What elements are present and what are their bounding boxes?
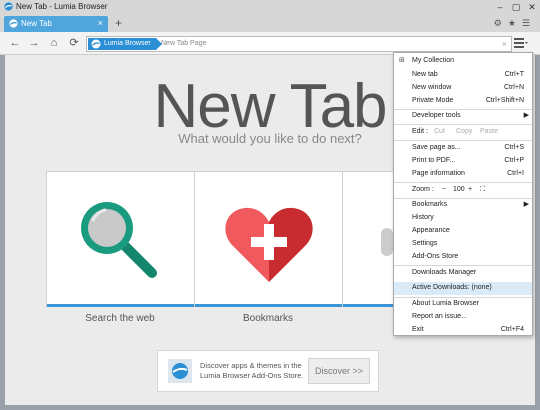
tab-tools: ⚙ ★ ☰ (494, 18, 530, 29)
address-text: New Tab Page (161, 40, 207, 47)
title-bar: New Tab - Lumia Browser – ▢ ✕ (0, 0, 540, 14)
magnifier-icon (81, 202, 157, 278)
minimize-button[interactable]: – (492, 0, 508, 14)
back-button[interactable]: ← (8, 36, 22, 50)
menu-separator (394, 140, 532, 141)
menu-item-page-information[interactable]: Page information Ctrl+I (394, 168, 532, 181)
addons-store-icon (168, 359, 192, 383)
submenu-arrow-icon: ▶ (523, 201, 529, 208)
window-title: New Tab - Lumia Browser (16, 2, 108, 11)
site-identity-chip[interactable]: Lumia Browser (88, 38, 162, 50)
tab-close-button[interactable]: × (98, 18, 103, 28)
menu-item-private-mode[interactable]: Private Mode Ctrl+Shift+N (394, 95, 532, 108)
tab-strip: New Tab × + ⚙ ★ ☰ (0, 14, 540, 32)
tile-bookmarks[interactable] (194, 171, 344, 307)
submenu-arrow-icon: ▶ (523, 112, 529, 119)
menu-item-downloads-manager[interactable]: Downloads Manager (394, 267, 532, 280)
reload-button[interactable]: ⟳ (67, 36, 81, 50)
tile-search-web[interactable] (46, 171, 196, 307)
menu-button[interactable] (514, 37, 528, 49)
zoom-out-button[interactable]: − (442, 186, 446, 193)
lumia-logo-icon (91, 39, 101, 49)
menu-item-save-page[interactable]: Save page as... Ctrl+S (394, 142, 532, 155)
menu-edit-paste[interactable]: Paste (480, 128, 498, 135)
menu-item-developer-tools[interactable]: Developer tools ▶ (394, 110, 532, 123)
tile-accent-bar (47, 304, 195, 307)
new-tab-button[interactable]: + (115, 17, 122, 29)
menu-separator (394, 182, 532, 183)
tile-label-search: Search the web (85, 313, 155, 324)
discover-button[interactable]: Discover >> (308, 358, 370, 384)
browser-window: New Tab - Lumia Browser – ▢ ✕ New Tab × … (0, 0, 540, 410)
menu-item-print-pdf[interactable]: Print to PDF... Ctrl+P (394, 155, 532, 168)
menu-item-bookmarks[interactable]: Bookmarks ▶ (394, 199, 532, 212)
menu-item-about[interactable]: About Lumia Browser (394, 298, 532, 311)
fullscreen-icon[interactable]: ⛶ (480, 186, 485, 194)
menu-item-settings[interactable]: Settings (394, 238, 532, 251)
close-window-button[interactable]: ✕ (524, 0, 540, 14)
menu-item-history[interactable]: History (394, 212, 532, 225)
menu-item-appearance[interactable]: Appearance (394, 225, 532, 238)
menu-item-my-collection[interactable]: ⊞ My Collection (394, 55, 532, 68)
tab-label: New Tab (21, 19, 52, 28)
tab-new-tab[interactable]: New Tab × (4, 16, 108, 32)
window-controls: – ▢ ✕ (492, 0, 540, 14)
gear-icon[interactable]: ⚙ (494, 18, 502, 29)
zoom-level: 100 (453, 186, 465, 193)
forward-button[interactable]: → (27, 36, 41, 50)
site-identity-label: Lumia Browser (104, 40, 151, 47)
clear-address-icon[interactable]: × (502, 37, 507, 51)
menu-item-report-issue[interactable]: Report an issue... (394, 311, 532, 324)
menu-item-new-tab[interactable]: New tab Ctrl+T (394, 69, 532, 82)
menu-row-edit: Edit : Cut Copy Paste (412, 128, 498, 135)
menu-item-exit[interactable]: Exit Ctrl+F4 (394, 324, 532, 335)
tab-favicon-icon (9, 19, 18, 28)
menu-edit-cut[interactable]: Cut (434, 128, 445, 135)
discover-panel: Discover apps & themes in the Lumia Brow… (157, 350, 379, 392)
address-bar[interactable]: Lumia Browser New Tab Page × (86, 36, 512, 52)
home-button[interactable]: ⌂ (47, 36, 61, 50)
menu-separator (394, 124, 532, 125)
zoom-in-button[interactable]: + (468, 186, 472, 193)
menu-edit-copy[interactable]: Copy (456, 128, 472, 135)
list-icon[interactable]: ☰ (522, 18, 530, 29)
star-icon[interactable]: ★ (508, 18, 516, 29)
menu-item-addons-store[interactable]: Add-Ons Store (394, 251, 532, 264)
menu-row-zoom: Zoom : − 100 + ⛶ (412, 186, 485, 194)
menu-separator (394, 265, 532, 266)
menu-item-active-downloads[interactable]: Active Downloads: (none) (394, 282, 532, 295)
browser-menu: ⊞ My Collection New tab Ctrl+T New windo… (393, 52, 533, 336)
discover-text: Discover apps & themes in the Lumia Brow… (200, 361, 304, 380)
tile-accent-bar (195, 304, 343, 307)
collection-icon: ⊞ (399, 57, 405, 64)
menu-item-new-window[interactable]: New window Ctrl+N (394, 82, 532, 95)
heart-plus-icon (225, 207, 313, 282)
tile-label-bookmarks: Bookmarks (242, 313, 293, 324)
maximize-button[interactable]: ▢ (508, 0, 524, 14)
app-logo-icon (4, 2, 13, 11)
